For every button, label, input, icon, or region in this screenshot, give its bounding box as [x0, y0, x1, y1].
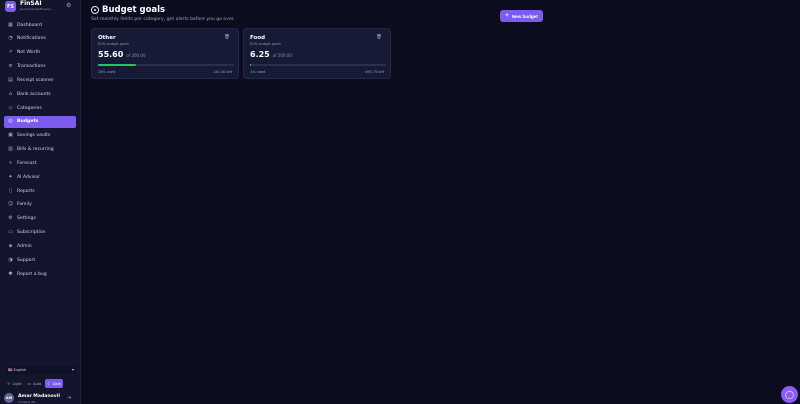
- page-title: Budget goals: [91, 5, 165, 15]
- chat-icon: ◯: [785, 390, 794, 399]
- sidebar-item-bills-recurring[interactable]: ▥ Bills & recurring: [4, 144, 76, 156]
- target-icon: ◎: [8, 118, 13, 125]
- sidebar-item-budgets[interactable]: ◎ Budgets: [4, 115, 76, 128]
- gear-icon[interactable]: ⚙: [66, 3, 72, 9]
- brand-logo: FS: [5, 1, 16, 12]
- budget-card: Other RON budget goals 🗑 55.60 of 200.00…: [91, 28, 239, 79]
- file-icon: ▯: [9, 187, 12, 194]
- users-icon: ☺: [8, 201, 14, 208]
- progress-fill: [250, 64, 252, 66]
- budget-name: Other: [98, 35, 116, 41]
- budget-left: 493.75 left: [364, 70, 384, 74]
- budget-used: 28% used: [98, 70, 116, 74]
- sidebar-item-reports[interactable]: ▯ Reports: [4, 185, 76, 197]
- sidebar-item-support[interactable]: ◑ Support: [4, 254, 76, 266]
- sidebar-item-report-bug[interactable]: ✱ Report a bug: [4, 268, 76, 280]
- budget-amount: 6.25 of 200.00: [250, 50, 292, 59]
- sidebar-nav: ▦ Dashboard ◔ Notifications ↗ Net Worth ≡ Tr…: [4, 19, 76, 282]
- budget-name: Food: [250, 35, 266, 41]
- trend-icon: ↗: [8, 49, 13, 56]
- calendar-icon: ▥: [8, 146, 13, 153]
- sidebar-item-transactions[interactable]: ≡ Transactions: [4, 61, 76, 73]
- brand-email: ps.madane@finsai.k...: [20, 7, 54, 11]
- budget-meta: RON budget goals: [250, 42, 281, 46]
- sparkle-icon: ✦: [8, 173, 13, 180]
- grid-icon: ▦: [8, 21, 13, 28]
- vault-icon: ▣: [8, 132, 13, 139]
- bug-icon: ✱: [8, 270, 13, 277]
- budget-spent: 6.25: [250, 50, 270, 59]
- moon-icon: ☾: [47, 381, 51, 386]
- budget-left: 144.40 left: [212, 70, 232, 74]
- sidebar-item-dashboard[interactable]: ▦ Dashboard: [4, 19, 76, 31]
- user-email: madane 20...: [18, 400, 38, 404]
- budget-card: Food RON budget goals 🗑 6.25 of 200.00 1…: [243, 28, 391, 79]
- language-select[interactable]: 🇬🇧 English ▾: [5, 366, 76, 374]
- plus-icon: +: [505, 13, 509, 19]
- budget-used: 1% used: [250, 70, 266, 74]
- progress-track: [250, 64, 386, 66]
- chart-icon: ∿: [8, 159, 13, 166]
- gear-icon: ⚙: [8, 215, 13, 222]
- user-name: Amar Madanovil: [18, 394, 60, 399]
- shield-icon: ◈: [8, 243, 13, 249]
- sidebar-item-ai-advisor[interactable]: ✦ AI Advisor: [4, 171, 76, 183]
- sidebar-item-categories[interactable]: ◇ Categories: [4, 102, 76, 114]
- budget-amount: 55.60 of 200.00: [98, 50, 145, 59]
- progress-track: [98, 64, 234, 66]
- sidebar-item-family[interactable]: ☺ Family: [4, 199, 76, 211]
- sidebar-item-settings[interactable]: ⚙ Settings: [4, 213, 76, 225]
- language-label: 🇬🇧 English: [8, 368, 27, 372]
- sidebar: FS FinSAI ps.madane@finsai.k... ⚙ ▦ Dashb…: [0, 0, 81, 404]
- new-budget-button[interactable]: + New budget: [500, 10, 543, 22]
- page-subtitle: Set monthly limits per category, get ale…: [91, 17, 235, 22]
- bell-icon: ◔: [8, 35, 13, 42]
- theme-light-button[interactable]: ☼ Light: [5, 379, 23, 388]
- sidebar-item-net-worth[interactable]: ↗ Net Worth: [4, 47, 76, 59]
- sidebar-item-bank-accounts[interactable]: ⌂ Bank accounts: [4, 88, 76, 100]
- receipt-icon: ▤: [8, 76, 13, 83]
- sidebar-item-receipt-scanner[interactable]: ▤ Receipt scanner: [4, 74, 76, 86]
- chat-button[interactable]: ◯: [781, 386, 798, 403]
- brand[interactable]: FS FinSAI ps.madane@finsai.k... ⚙: [5, 1, 77, 13]
- tag-icon: ◇: [8, 104, 13, 111]
- sun-icon: ☼: [7, 381, 11, 386]
- sidebar-item-admin[interactable]: ◈ Admin: [4, 241, 76, 253]
- theme-dark-button[interactable]: ☾ Dark: [45, 379, 64, 388]
- budget-meta: RON budget goals: [98, 42, 129, 46]
- sidebar-item-forecast[interactable]: ∿ Forecast: [4, 157, 76, 169]
- sidebar-item-notifications[interactable]: ◔ Notifications: [4, 33, 76, 45]
- sidebar-item-savings-vaults[interactable]: ▣ Savings vaults: [4, 130, 76, 142]
- budget-limit: of 200.00: [272, 53, 292, 58]
- bank-icon: ⌂: [8, 90, 13, 97]
- logout-icon[interactable]: ⇥: [67, 395, 71, 401]
- user-profile[interactable]: AM Amar Madanovil madane 20... ⇥: [4, 393, 76, 404]
- theme-switcher: ☼ Light ▭ Auto ☾ Dark: [5, 379, 68, 389]
- theme-auto-button[interactable]: ▭ Auto: [25, 379, 43, 388]
- list-icon: ≡: [8, 63, 13, 70]
- trash-icon[interactable]: 🗑: [376, 35, 382, 40]
- progress-fill: [98, 64, 137, 66]
- budget-limit: of 200.00: [126, 53, 146, 58]
- sidebar-item-subscription[interactable]: ▭ Subscription: [4, 227, 76, 239]
- headset-icon: ◑: [8, 256, 13, 263]
- chevron-down-icon: ▾: [71, 367, 74, 372]
- budget-spent: 55.60: [98, 50, 124, 59]
- target-icon: [91, 6, 99, 14]
- monitor-icon: ▭: [27, 381, 32, 386]
- card-icon: ▭: [8, 229, 13, 236]
- trash-icon[interactable]: 🗑: [224, 35, 230, 40]
- avatar: AM: [4, 393, 14, 403]
